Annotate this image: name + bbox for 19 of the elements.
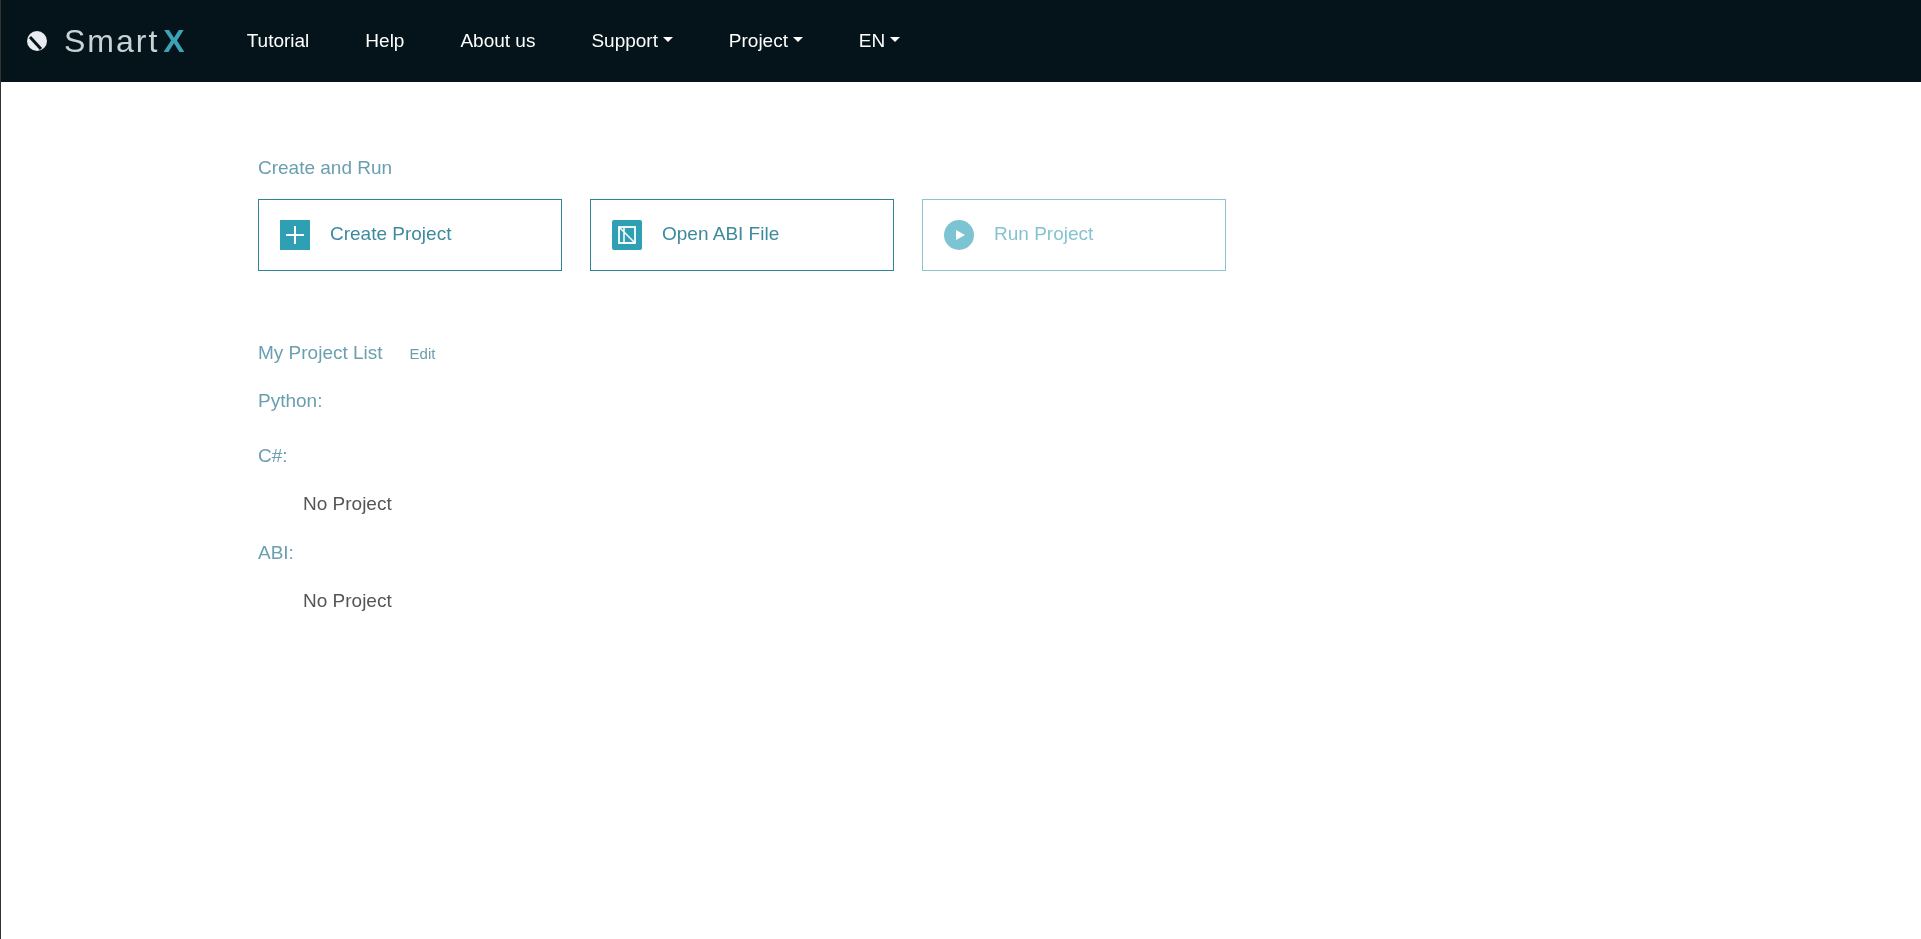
section-title: Create and Run [258,156,394,180]
empty-message: No Project [302,589,393,613]
section-title: My Project List [258,340,383,365]
nav-dropdown[interactable]: Support [591,26,673,56]
brand-logo[interactable]: SmartX [26,17,185,65]
nav-link[interactable]: Help [365,26,405,56]
nav-dropdown[interactable]: EN [858,26,901,56]
plus-icon [280,219,310,250]
language-label: Python: [258,389,324,413]
nav-link[interactable]: About us [460,26,536,56]
nav-link[interactable]: Tutorial [246,26,310,56]
file-icon [612,219,642,250]
language-label: ABI: [258,540,295,565]
play-icon [944,219,974,250]
empty-message: No Project [302,492,393,516]
language-label: C#: [258,443,289,468]
action-button[interactable]: Open ABI File [590,198,894,271]
action-button[interactable]: Create Project [258,198,562,271]
nav-dropdown[interactable]: Project [728,26,803,56]
